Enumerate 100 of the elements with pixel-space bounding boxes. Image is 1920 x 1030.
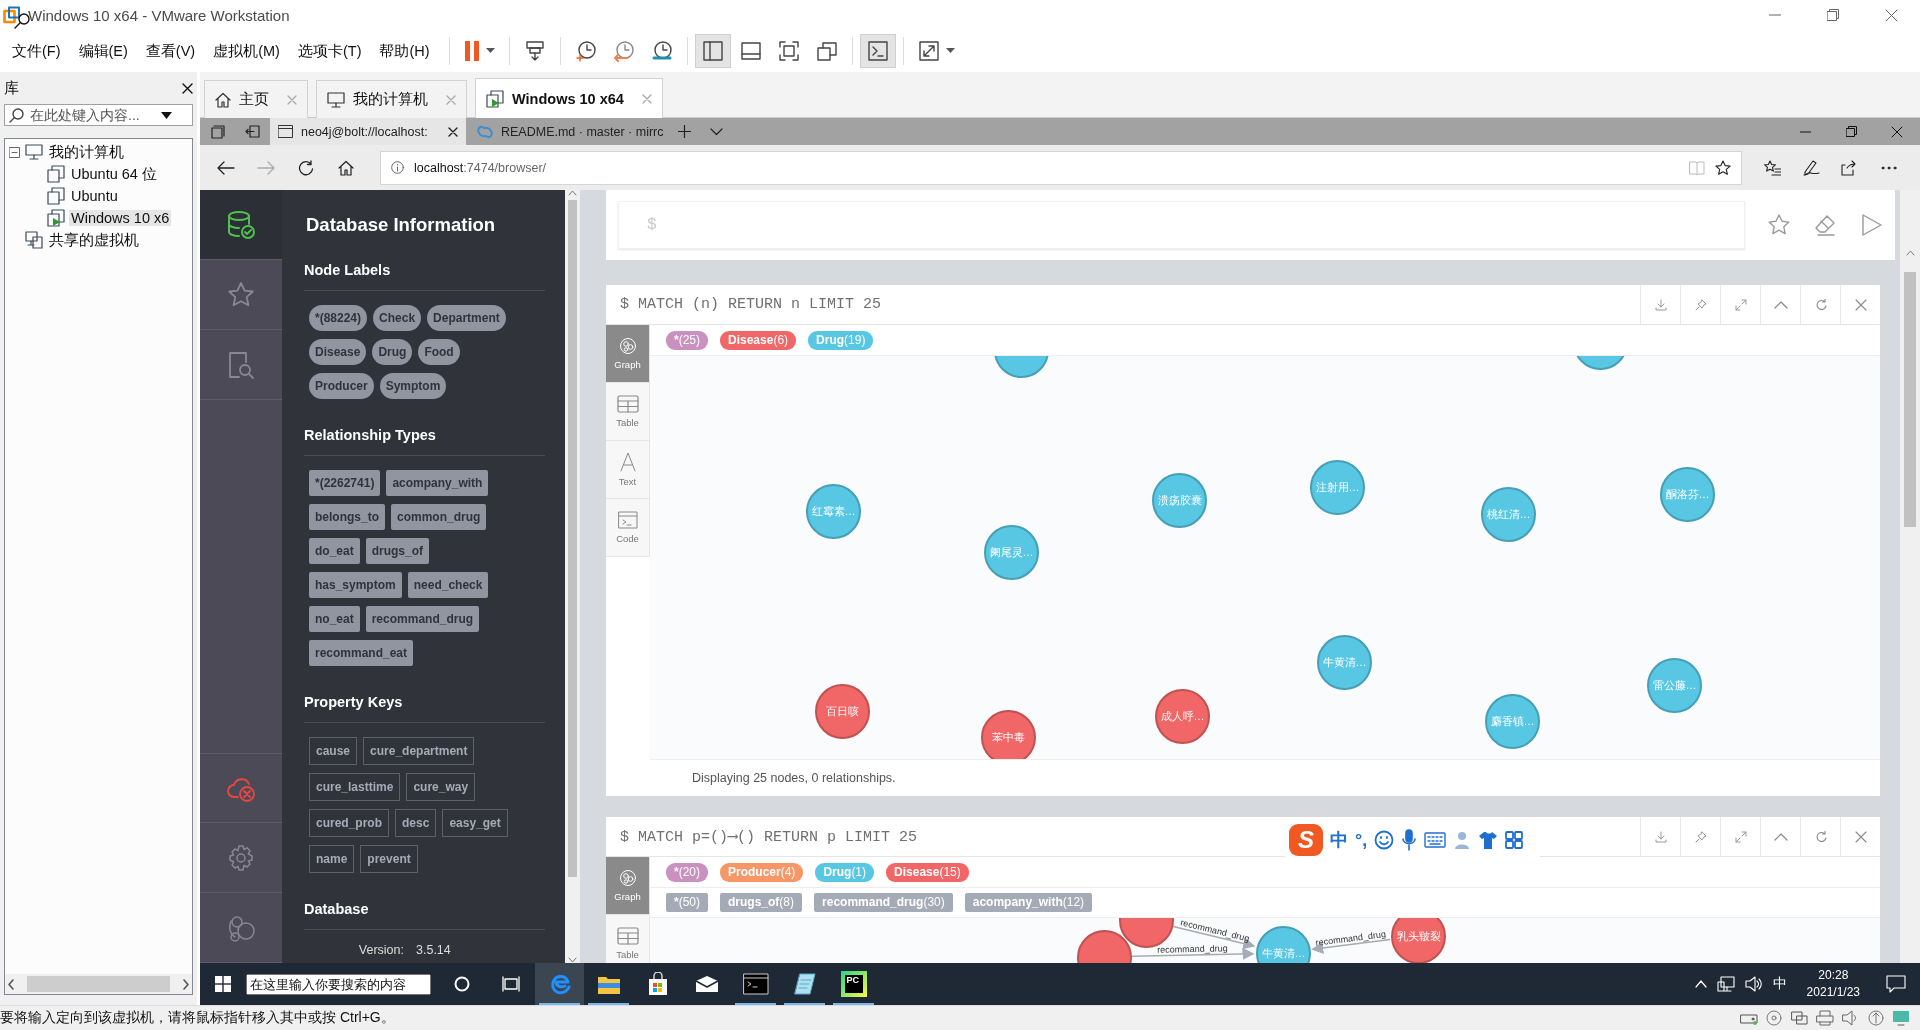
view-tab[interactable]: Graph	[606, 857, 649, 915]
scrollbar[interactable]	[565, 190, 580, 963]
view-tab[interactable]: Graph	[606, 325, 649, 383]
dropdown-arrow-icon[interactable]	[161, 111, 172, 119]
download-icon[interactable]	[1654, 298, 1667, 311]
scrollbar-thumb[interactable]	[1904, 272, 1916, 527]
graph-node[interactable]: 苯中毒	[981, 710, 1036, 759]
nav-item[interactable]	[200, 190, 282, 260]
view-tab[interactable]: Text	[606, 441, 649, 499]
node-label-tag[interactable]: *(25)	[666, 330, 708, 350]
relationship-type-tag[interactable]: acompany_with(12)	[964, 893, 1093, 912]
gear-icon[interactable]	[226, 842, 256, 873]
toolbar-button[interactable]	[859, 34, 896, 68]
tree-item[interactable]: 共享的虚拟机	[47, 230, 141, 250]
volume-icon[interactable]	[1744, 976, 1763, 992]
tag-property[interactable]: cure_way	[406, 773, 476, 801]
restore-icon[interactable]	[1845, 126, 1857, 137]
tag-label[interactable]: Drug	[372, 339, 413, 365]
disc-icon[interactable]	[1766, 1010, 1782, 1026]
tag-property[interactable]: cure_department	[363, 737, 475, 765]
close-icon[interactable]	[1891, 125, 1903, 138]
tree-item[interactable]: Ubuntu 64 位	[69, 164, 159, 184]
document-search-icon[interactable]	[226, 349, 256, 380]
tag-label[interactable]: Symptom	[379, 373, 447, 399]
node-label-tag[interactable]: Disease(15)	[886, 862, 969, 882]
shopping-bag-icon[interactable]	[646, 972, 669, 996]
graph-node[interactable]: 百日咳	[815, 684, 870, 739]
smiley-icon[interactable]	[1374, 830, 1395, 850]
tag-property[interactable]: cause	[309, 737, 358, 765]
tag-relationship[interactable]: belongs_to	[309, 504, 385, 530]
tag-label[interactable]: Check	[373, 305, 422, 331]
tag-property[interactable]: desc	[395, 809, 437, 837]
play-icon[interactable]	[1859, 213, 1883, 237]
close-icon[interactable]	[448, 126, 458, 137]
relationship-type-tag[interactable]: drugs_of(8)	[720, 893, 803, 912]
node-label-tag[interactable]: Disease(6)	[720, 330, 797, 350]
download-icon[interactable]	[1654, 830, 1667, 843]
tag-property[interactable]: cured_prob	[309, 809, 389, 837]
network-adapter-icon[interactable]	[1790, 1010, 1808, 1026]
tree-item[interactable]: 我的计算机	[47, 142, 126, 162]
tag-relationship[interactable]: acompany_with	[386, 470, 489, 496]
keyboard-icon[interactable]	[1424, 832, 1447, 848]
tag-label[interactable]: Disease	[309, 339, 367, 365]
star-icon[interactable]	[1767, 213, 1791, 237]
view-tab[interactable]: Code	[606, 499, 649, 557]
tab-set-icon[interactable]	[210, 124, 225, 139]
database-check-icon[interactable]	[226, 209, 256, 240]
tab[interactable]: 主页	[204, 80, 308, 118]
search-field[interactable]: 在此处键入内容...	[4, 104, 193, 126]
tag-label[interactable]: Food	[418, 339, 460, 365]
node-label-tag[interactable]: *(20)	[666, 862, 708, 882]
favorites-list-icon[interactable]	[1762, 159, 1781, 176]
menu-item[interactable]: 查看(V)	[136, 39, 205, 63]
share-icon[interactable]	[1841, 159, 1858, 176]
scrollbar[interactable]	[1900, 190, 1920, 963]
input-method-logo[interactable]: S	[1289, 824, 1323, 856]
tag-relationship[interactable]: recommand_drug	[365, 606, 480, 632]
menu-item[interactable]: 编辑(E)	[69, 39, 137, 63]
graph-node[interactable]: 乳头皲裂	[1391, 918, 1446, 963]
notification-icon[interactable]	[1886, 975, 1906, 993]
node-label-tag[interactable]: Producer(4)	[720, 862, 804, 882]
menu-item[interactable]: 帮助(H)	[370, 39, 439, 63]
scrollbar-thumb[interactable]	[568, 200, 577, 877]
horizontal-scrollbar[interactable]	[5, 974, 192, 994]
cortana-circle-icon[interactable]	[453, 976, 470, 992]
search-field[interactable]: 在这里输入你要搜索的内容	[246, 973, 431, 995]
tag-label[interactable]: Department	[427, 305, 506, 331]
pen-icon[interactable]	[1801, 159, 1820, 176]
terminal-window-icon[interactable]	[742, 973, 769, 995]
minimize-icon[interactable]	[1799, 130, 1811, 133]
tag-relationship[interactable]: common_drug	[391, 504, 487, 530]
punctuation-toggle[interactable]: °,	[1355, 829, 1368, 851]
chevron-down-icon[interactable]	[709, 127, 723, 136]
tag-relationship[interactable]: recommand_eat	[309, 640, 414, 666]
tag-property[interactable]: cure_lasttime	[309, 773, 401, 801]
view-tab[interactable]: Table	[606, 383, 649, 441]
relationship-type-tag[interactable]: *(50)	[666, 893, 708, 912]
refresh-icon[interactable]	[298, 159, 314, 176]
tag-property[interactable]: name	[309, 845, 355, 873]
relationship-type-tag[interactable]: recommand_drug(30)	[814, 893, 953, 912]
input-mode-toggle[interactable]: 中	[1330, 828, 1348, 852]
menu-item[interactable]: 文件(F)	[3, 39, 70, 63]
tab[interactable]: Windows 10 x64	[475, 78, 663, 118]
new-tab-icon[interactable]	[677, 125, 691, 138]
pin-icon[interactable]	[1694, 298, 1707, 311]
microphone-icon[interactable]	[1401, 829, 1418, 851]
tag-relationship[interactable]: do_eat	[309, 538, 360, 564]
envelope-icon[interactable]	[694, 975, 719, 993]
taskbar-app[interactable]: PC	[829, 963, 878, 1005]
tab-back-icon[interactable]	[245, 125, 260, 138]
address-bar[interactable]: localhost:7474/browser/	[380, 150, 1742, 185]
clock[interactable]: 20:28 2021/1/23	[1806, 967, 1860, 1001]
tree-item[interactable]: Ubuntu	[69, 188, 120, 204]
menu-item[interactable]: 虚拟机(M)	[204, 39, 289, 63]
tag-relationship[interactable]: has_symptom	[309, 572, 402, 598]
notepad-icon[interactable]	[792, 972, 817, 996]
usb-icon[interactable]	[1868, 1010, 1884, 1026]
pin-icon[interactable]	[1694, 830, 1707, 843]
printer-icon[interactable]	[1816, 1010, 1834, 1026]
eraser-icon[interactable]	[1813, 213, 1837, 237]
